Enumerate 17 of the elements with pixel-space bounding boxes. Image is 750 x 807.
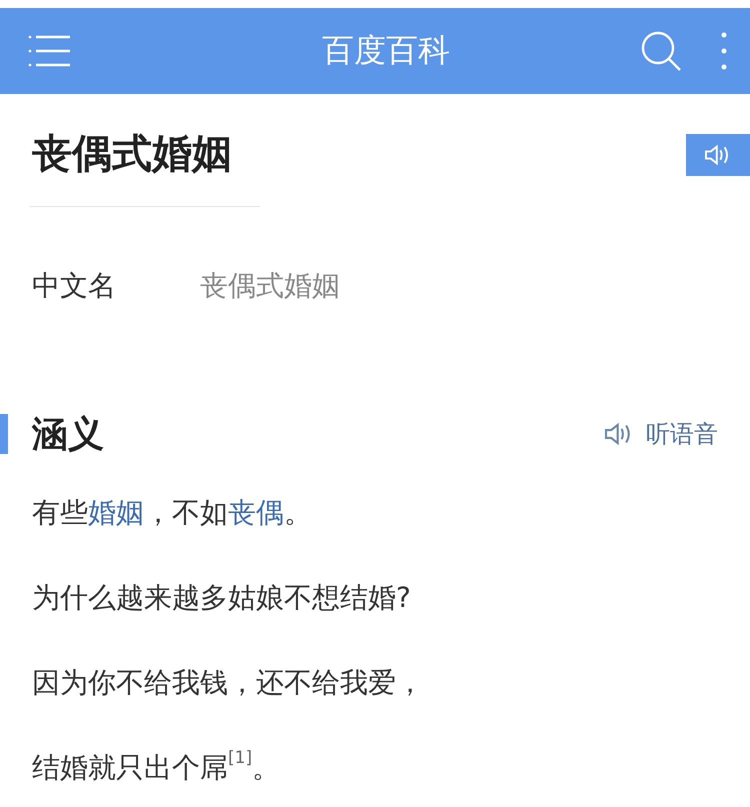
info-label: 中文名 <box>32 268 117 304</box>
term-link[interactable]: 婚姻 <box>88 496 144 529</box>
more-icon[interactable] <box>720 31 728 71</box>
section-title: 涵义 <box>32 412 105 456</box>
paragraph: 为什么越来越多姑娘不想结婚? <box>32 580 412 616</box>
paragraph: 有些婚姻，不如丧偶。 <box>32 495 313 531</box>
menu-icon[interactable] <box>28 34 72 68</box>
entry-title: 丧偶式婚姻 <box>32 130 232 179</box>
info-value: 丧偶式婚姻 <box>200 268 340 304</box>
paragraph: 结婚就只出个屌$^{[1]}$。 <box>32 748 282 786</box>
search-icon[interactable] <box>640 30 682 72</box>
paragraph: 因为你不给我钱，还不给我爱， <box>32 665 425 701</box>
pronounce-button[interactable] <box>686 134 750 176</box>
listen-button[interactable]: 听语音 <box>602 418 718 450</box>
app-title: 百度百科 <box>321 30 451 71</box>
section-marker <box>0 414 8 454</box>
term-link[interactable]: 丧偶 <box>228 496 284 529</box>
